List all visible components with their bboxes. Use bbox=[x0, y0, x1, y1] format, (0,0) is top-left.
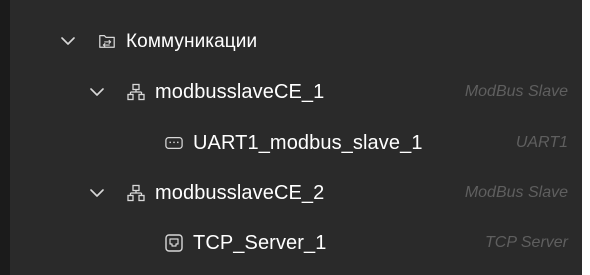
tree-node-type: ModBus Slave bbox=[464, 184, 568, 201]
tree-node-type: ModBus Slave bbox=[464, 83, 568, 100]
chevron-down-icon[interactable] bbox=[89, 185, 105, 201]
panel-right-gutter bbox=[582, 0, 590, 275]
tree-leaf-type: UART1 bbox=[515, 134, 568, 151]
tree-leaf-tcp-server[interactable]: TCP_Server_1 TCP Server bbox=[10, 220, 582, 266]
tree-leaf-label: TCP_Server_1 bbox=[193, 232, 327, 254]
serial-port-icon bbox=[165, 134, 183, 152]
panel-left-edge bbox=[0, 0, 10, 275]
network-tree-icon bbox=[127, 83, 145, 101]
tree-node-label: modbusslaveCE_2 bbox=[155, 182, 325, 204]
tree-node-modbusslave-2[interactable]: modbusslaveCE_2 ModBus Slave bbox=[10, 170, 582, 216]
tree-root-label: Коммуникации bbox=[126, 30, 258, 52]
chevron-down-icon[interactable] bbox=[89, 84, 105, 100]
network-tree-icon bbox=[127, 184, 145, 202]
tree-leaf-uart1[interactable]: UART1_modbus_slave_1 UART1 bbox=[10, 120, 582, 166]
communications-folder-icon bbox=[98, 32, 116, 50]
tree-node-modbusslave-1[interactable]: modbusslaveCE_1 ModBus Slave bbox=[10, 69, 582, 115]
tree-node-label: modbusslaveCE_1 bbox=[155, 81, 325, 103]
tree-leaf-label: UART1_modbus_slave_1 bbox=[193, 132, 423, 154]
tree-leaf-type: TCP Server bbox=[485, 234, 568, 251]
chevron-down-icon[interactable] bbox=[60, 33, 76, 49]
tree-root-communications[interactable]: Коммуникации bbox=[10, 18, 582, 64]
device-tree-panel: Коммуникации modbusslaveCE_1 ModBus Slav… bbox=[0, 0, 590, 275]
ethernet-port-icon bbox=[165, 234, 183, 252]
